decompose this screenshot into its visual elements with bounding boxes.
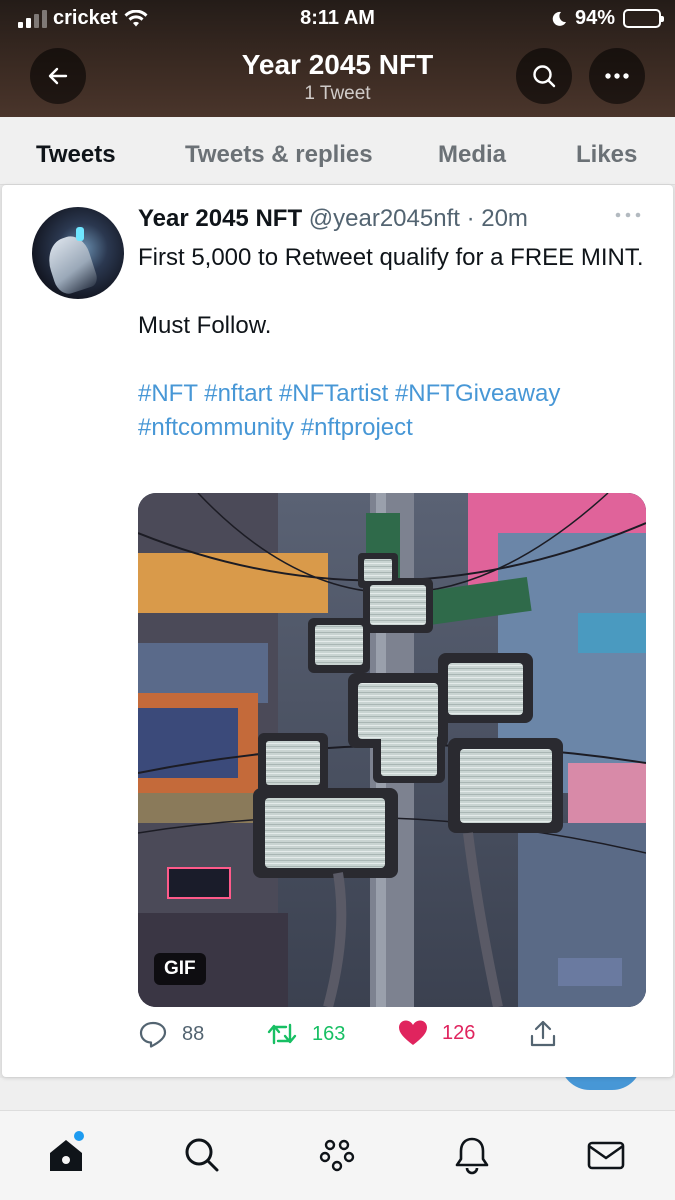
- retweet-icon: [267, 1023, 297, 1045]
- notification-dot: [74, 1131, 84, 1141]
- battery-icon: [623, 9, 664, 28]
- tweet-line-1: First 5,000 to Retweet qualify for a FRE…: [138, 244, 644, 271]
- battery-percent: 94%: [574, 7, 615, 29]
- retweet-count: 163: [312, 1022, 346, 1045]
- tweet-count: 1 Tweet: [304, 83, 371, 104]
- search-button[interactable]: [516, 48, 572, 104]
- notifications-tab[interactable]: [450, 1133, 494, 1177]
- tweet-card[interactable]: Year 2045 NFT @year2045nft · 20m First 5…: [2, 185, 673, 1077]
- explore-tab[interactable]: [180, 1133, 224, 1177]
- more-icon: [605, 73, 629, 79]
- tweet-actions: 88 163 126: [138, 1019, 658, 1055]
- bell-icon: [455, 1137, 489, 1175]
- moon-icon: [552, 11, 566, 26]
- avatar[interactable]: [32, 207, 124, 299]
- bottom-tab-bar: [0, 1110, 675, 1200]
- top-header: cricket 8:11 AM 94% Year 2045 NFT 1 Twee…: [0, 0, 675, 117]
- tab-tweets-replies[interactable]: Tweets & replies: [185, 141, 373, 169]
- display-name[interactable]: Year 2045 NFT: [138, 205, 302, 232]
- profile-title: Year 2045 NFT 1 Tweet: [0, 49, 675, 105]
- like-count: 126: [442, 1021, 476, 1044]
- profile-tabs: Tweets Tweets & replies Media Likes: [0, 117, 675, 185]
- reply-icon: [139, 1021, 167, 1048]
- street-tv-artwork: [138, 493, 646, 1007]
- tweet-media-gif[interactable]: GIF: [138, 493, 646, 1007]
- search-icon: [533, 65, 556, 88]
- mail-icon: [587, 1141, 625, 1170]
- heart-icon: [399, 1020, 427, 1045]
- profile-nav: Year 2045 NFT 1 Tweet: [0, 40, 675, 116]
- spaces-icon: [319, 1139, 355, 1172]
- reply-button[interactable]: 88: [138, 1019, 204, 1049]
- tweet-hashtags[interactable]: #NFT #nftart #NFTartist #NFTGiveaway #nf…: [138, 377, 658, 445]
- spaces-tab[interactable]: [315, 1133, 359, 1177]
- home-tab[interactable]: [44, 1131, 88, 1177]
- share-button[interactable]: [528, 1019, 558, 1049]
- gif-badge: GIF: [154, 953, 206, 985]
- more-button[interactable]: [589, 48, 645, 104]
- reply-count: 88: [182, 1022, 205, 1045]
- retweet-button[interactable]: 163: [266, 1019, 345, 1049]
- tab-tweets[interactable]: Tweets: [36, 141, 116, 169]
- like-button[interactable]: 126: [398, 1019, 475, 1047]
- share-icon: [530, 1020, 556, 1047]
- home-icon: [50, 1140, 82, 1171]
- tweet-line-2: Must Follow.: [138, 312, 272, 339]
- tab-media[interactable]: Media: [438, 141, 506, 169]
- search-icon: [185, 1138, 219, 1172]
- messages-tab[interactable]: [584, 1133, 628, 1177]
- tweet-text: First 5,000 to Retweet qualify for a FRE…: [138, 241, 658, 445]
- handle-and-time: @year2045nft · 20m: [308, 205, 528, 232]
- tab-likes[interactable]: Likes: [576, 141, 637, 169]
- tweet-more-icon[interactable]: [614, 211, 642, 219]
- page-title: Year 2045 NFT: [241, 49, 434, 80]
- status-bar: cricket 8:11 AM 94%: [0, 0, 675, 38]
- tweet-header: Year 2045 NFT @year2045nft · 20m: [138, 205, 528, 233]
